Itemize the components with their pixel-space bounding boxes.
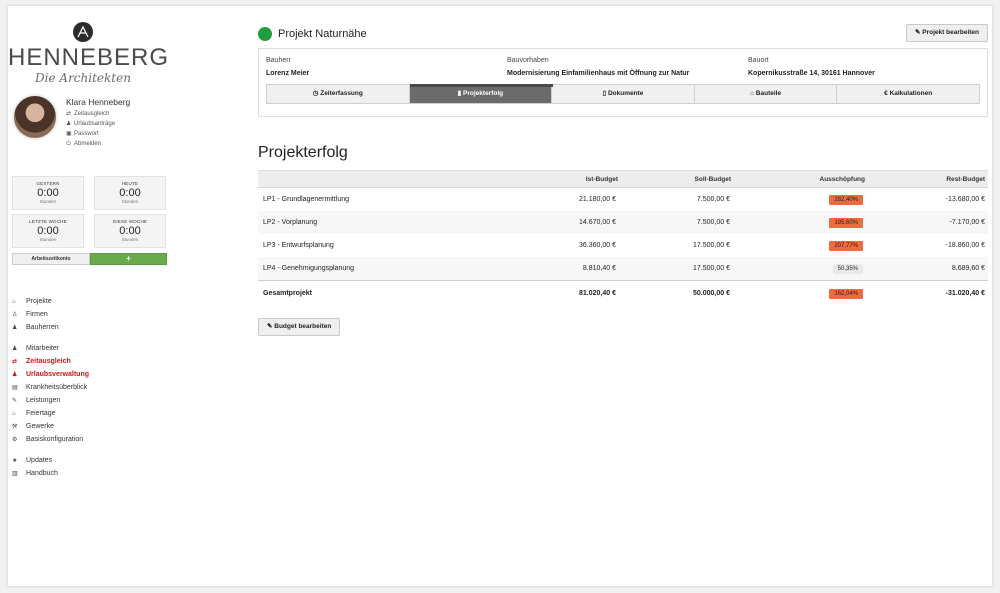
budget-table: Ist-Budget Soll-Budget Ausschöpfung Rest…	[258, 170, 988, 306]
nav-item-feiertage[interactable]: ⌂ Feiertage	[12, 408, 56, 420]
nav-item-gewerke[interactable]: ⚒ Gewerke	[12, 421, 54, 433]
gear-icon: ⚙	[12, 437, 18, 443]
profile-link-zeitausgleich[interactable]: ⇄ Zeitausgleich	[66, 109, 115, 119]
nav-item-updates[interactable]: ★ Updates	[12, 455, 52, 467]
home-icon: ⌂	[12, 411, 16, 417]
info-bauvorhaben: Bauvorhaben Modernisierung Einfamilienha…	[507, 57, 690, 77]
home-icon: ⌂	[12, 299, 16, 305]
ausschoepfung-badge: 50,35%	[832, 264, 863, 274]
medkit-icon: ▤	[12, 385, 18, 391]
profile-name: Klara Henneberg	[66, 97, 131, 107]
nav-item-leistungen[interactable]: ✎ Leistungen	[12, 395, 60, 407]
profile-links: ⇄ Zeitausgleich ♟ Urlaubsanträge ▣ Passwort…	[66, 109, 115, 149]
avatar	[12, 94, 58, 140]
swap-icon: ⇄	[12, 359, 18, 365]
stat-gestern: GESTERN 0:00 Stunden	[12, 176, 84, 210]
header-ausschoepfung: Ausschöpfung	[819, 176, 866, 183]
swap-icon: ⇄	[66, 111, 72, 117]
edit-project-button[interactable]: ✎ Projekt bearbeiten	[906, 24, 988, 42]
trades-icon: ⚒	[12, 424, 18, 430]
people-icon: ♟	[12, 372, 18, 378]
nav-item-mitarbeiter[interactable]: ♟ Mitarbeiter	[12, 343, 59, 355]
star-icon: ★	[12, 458, 18, 464]
project-info-card: Bauherr Lorenz Meier Bauvorhaben Moderni…	[258, 48, 988, 117]
ausschoepfung-badge: 207,77%	[829, 241, 863, 251]
table-total-row: Gesamtprojekt 81.020,40 € 50.000,00 € 16…	[258, 280, 988, 306]
brand-subtitle: Die Architekten	[35, 71, 131, 85]
active-tab-marker	[410, 84, 553, 87]
header-rest-budget: Rest-Budget	[946, 176, 985, 183]
tab-zeiterfassung[interactable]: ◷ Zeiterfassung	[267, 85, 410, 103]
lock-icon: ▣	[66, 131, 72, 137]
nav-item-handbuch[interactable]: ▥ Handbuch	[12, 468, 58, 480]
logo-mark-icon	[73, 22, 93, 42]
book-icon: ▥	[12, 471, 18, 477]
nav-item-zeitausgleich[interactable]: ⇄ Zeitausgleich	[12, 356, 71, 368]
stat-diese-woche: DIESE WOCHE 0:00 Stunden	[94, 214, 166, 248]
tab-projekterfolg[interactable]: ▮ Projekterfolg	[409, 85, 553, 103]
sidebar: HENNEBERG Die Architekten Klara Henneber…	[8, 6, 178, 586]
nav-item-projekte[interactable]: ⌂ Projekte	[12, 296, 52, 308]
table-header: Ist-Budget Soll-Budget Ausschöpfung Rest…	[258, 170, 988, 188]
info-bauort: Bauort Kopernikusstraße 14, 30161 Hannov…	[748, 57, 875, 77]
profile-link-passwort[interactable]: ▣ Passwort	[66, 129, 115, 139]
table-row: LP1 - Grundlagenermittlung 21.180,00 € 7…	[263, 195, 985, 205]
brand-name: HENNEBERG	[8, 44, 170, 71]
table-row: LP4 - Genehmigungsplanung 8.810,40 € 17.…	[258, 257, 988, 280]
stat-heute: HEUTE 0:00 Stunden	[94, 176, 166, 210]
project-status-indicator	[258, 27, 272, 41]
nav-item-urlaubsverwaltung[interactable]: ♟ Urlaubsverwaltung	[12, 369, 89, 381]
info-bauherr: Bauherr Lorenz Meier	[266, 57, 310, 77]
logo[interactable]: HENNEBERG Die Architekten	[8, 22, 170, 85]
wrench-icon: ✎	[12, 398, 18, 404]
main-content: Projekt Naturnähe ✎ Projekt bearbeiten B…	[258, 6, 988, 586]
user-icon: ♙	[12, 312, 18, 318]
section-title: Projekterfolg	[258, 144, 348, 161]
stat-letzte-woche: LETZTE WOCHE 0:00 Stunden	[12, 214, 84, 248]
profile-link-urlaubsantraege[interactable]: ♟ Urlaubsanträge	[66, 119, 115, 129]
team-icon: ♟	[12, 346, 18, 352]
header-ist-budget: Ist-Budget	[585, 176, 618, 183]
nav-item-firmen[interactable]: ♙ Firmen	[12, 309, 48, 321]
people-icon: ♟	[66, 121, 72, 127]
nav-item-krankheitsueberblick[interactable]: ▤ Krankheitsüberblick	[12, 382, 87, 394]
nav-item-bauherren[interactable]: ♟ Bauherren	[12, 322, 59, 334]
project-tabs: ◷ Zeiterfassung ▮ Projekterfolg ▯ Dokume…	[266, 84, 980, 104]
table-row: LP3 - Entwurfsplanung 36.360,00 € 17.500…	[263, 241, 985, 251]
tab-dokumente[interactable]: ▯ Dokumente	[552, 85, 695, 103]
table-row: LP2 - Vorplanung 14.670,00 € 7.500,00 € …	[258, 211, 988, 234]
power-icon: ⏻	[66, 141, 71, 147]
arbeitszeitkonto-button[interactable]: Arbeitszeitkonto	[12, 253, 90, 265]
users-icon: ♟	[12, 325, 18, 331]
edit-budget-button[interactable]: ✎ Budget bearbeiten	[258, 318, 341, 336]
project-title: Projekt Naturnähe	[278, 28, 367, 40]
ausschoepfung-badge: 162,04%	[829, 289, 863, 299]
profile-link-abmelden[interactable]: ⏻ Abmelden	[66, 139, 115, 149]
header-soll-budget: Soll-Budget	[694, 176, 731, 183]
app-window: HENNEBERG Die Architekten Klara Henneber…	[8, 6, 992, 586]
ausschoepfung-badge: 282,40%	[829, 195, 863, 205]
add-time-button[interactable]: +	[90, 253, 167, 265]
tab-kalkulationen[interactable]: € Kalkulationen	[837, 85, 979, 103]
ausschoepfung-badge: 195,60%	[829, 218, 863, 228]
nav-item-basiskonfiguration[interactable]: ⚙ Basiskonfiguration	[12, 434, 83, 446]
tab-bauteile[interactable]: ⌂ Bauteile	[694, 85, 838, 103]
